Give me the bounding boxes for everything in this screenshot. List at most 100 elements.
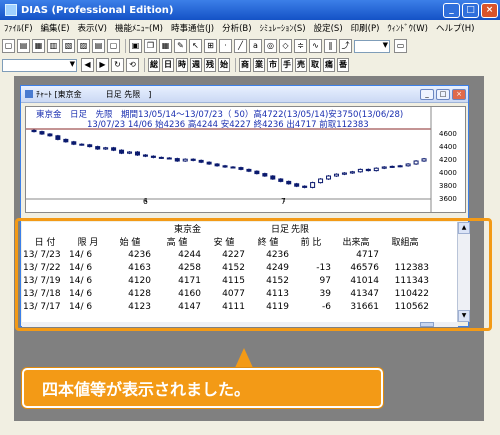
close-button[interactable]: × [481, 2, 498, 18]
menu-bar: ﾌｧｲﾙ(F) 編集(E) 表示(V) 機能ﾒﾆｭｰ(M) 時事通信(J) 分析… [0, 20, 500, 36]
calendar-icon[interactable]: ▦ [159, 39, 172, 53]
candle-body [246, 168, 252, 172]
trend-icon[interactable]: ⤴ [339, 39, 352, 53]
candle-body [214, 163, 220, 167]
table-highlight-box [15, 218, 492, 331]
candle-body [39, 131, 45, 135]
menu-view[interactable]: 表示(V) [74, 22, 111, 34]
candle-body [206, 161, 212, 165]
prev-icon[interactable]: ◀ [81, 58, 94, 72]
bars-icon[interactable]: ‖ [324, 39, 337, 53]
y-tick-label: 3600 [439, 195, 457, 203]
point-icon[interactable]: · [219, 39, 232, 53]
tool-button-sell[interactable]: 売 [295, 58, 307, 72]
minimize-button[interactable]: _ [443, 2, 460, 18]
menu-window[interactable]: ｳｨﾝﾄﾞｳ(W) [383, 22, 432, 34]
line-tool-icon[interactable]: ╱ [234, 39, 247, 53]
tool-button-commerce[interactable]: 商 [239, 58, 251, 72]
refresh-icon[interactable]: ↻ [111, 58, 124, 72]
menu-print[interactable]: 印刷(P) [347, 22, 384, 34]
candle-body [389, 165, 395, 168]
menu-settings[interactable]: 設定(S) [310, 22, 347, 34]
candle-body [381, 166, 387, 169]
candle-body [365, 168, 371, 172]
candle-body [190, 158, 196, 161]
period-select[interactable] [354, 39, 390, 53]
candle-body [262, 173, 268, 177]
chart-minimize-button[interactable]: _ [420, 88, 434, 100]
wave-icon[interactable]: ∿ [309, 39, 322, 53]
next-icon[interactable]: ▶ [96, 58, 109, 72]
commodity-select[interactable] [2, 58, 77, 72]
chart-close-button[interactable]: × [452, 88, 466, 100]
tool-button-daily[interactable]: 日 [162, 58, 174, 72]
target-icon[interactable]: ◎ [264, 39, 277, 53]
tool-button-number[interactable]: 番 [337, 58, 349, 72]
diamond-icon[interactable]: ◇ [279, 39, 292, 53]
candle-body [230, 166, 236, 169]
list-icon[interactable]: ▤ [92, 39, 105, 53]
copy-icon[interactable]: ❐ [144, 39, 157, 53]
y-tick-label: 4600 [439, 130, 457, 138]
tool-button-time[interactable]: 時 [176, 58, 188, 72]
candle-body [238, 167, 244, 170]
chart-window-titlebar: ﾁｬｰﾄ [東京金 日足 先限 ] _ □ × [21, 86, 468, 103]
candle-body [142, 154, 148, 157]
layout-icon[interactable]: ▤ [17, 39, 30, 53]
menu-analysis[interactable]: 分析(B) [218, 22, 255, 34]
tool-button-industry[interactable]: 業 [253, 58, 265, 72]
candle-body [302, 185, 308, 188]
tool-button-total[interactable]: 総 [148, 58, 160, 72]
candle-body [310, 182, 316, 188]
chart-window-title: ﾁｬｰﾄ [東京金 日足 先限 ] [36, 89, 152, 99]
tool-button-weekly[interactable]: 週 [190, 58, 202, 72]
doc-icon[interactable]: ▢ [107, 39, 120, 53]
candlestick-chart[interactable]: 東京金 日足 先限 期間13/05/14～13/07/23（ 50）高4722(… [25, 106, 466, 213]
chart-window-icon [25, 90, 33, 98]
candle-body [318, 178, 324, 184]
candle-body [63, 138, 69, 143]
split-icon[interactable]: ⊞ [204, 39, 217, 53]
tool-button-start[interactable]: 始 [218, 58, 230, 72]
candle-body [55, 135, 61, 140]
candle-body [222, 165, 228, 168]
print-icon[interactable]: ▣ [129, 39, 142, 53]
window-title: DIAS (Professional Edition) [21, 4, 174, 16]
toggle-icon[interactable]: ▭ [394, 39, 407, 53]
cursor-icon[interactable]: ↖ [189, 39, 202, 53]
menu-simulation[interactable]: ｼﾐｭﾚｰｼｮﾝ(S) [256, 22, 310, 34]
tool-button-pain[interactable]: 痛 [323, 58, 335, 72]
maximize-button[interactable]: □ [462, 2, 479, 18]
rewind-icon[interactable]: ⟲ [126, 58, 139, 72]
tool-button-hand[interactable]: 手 [281, 58, 293, 72]
separator [235, 58, 236, 72]
menu-function[interactable]: 機能ﾒﾆｭｰ(M) [111, 22, 167, 34]
menu-file[interactable]: ﾌｧｲﾙ(F) [0, 22, 37, 34]
grid-icon[interactable]: ▥ [47, 39, 60, 53]
candle-body [119, 149, 125, 154]
candle-body [166, 157, 172, 160]
candle-body [349, 171, 355, 174]
menu-jiji[interactable]: 時事通信(J) [167, 22, 218, 34]
window-icon[interactable]: ▦ [32, 39, 45, 53]
candle-body [127, 151, 133, 154]
chart-maximize-button[interactable]: □ [436, 88, 450, 100]
callout-text: 四本値等が表示されました。 [42, 380, 251, 399]
memo-icon[interactable]: ✎ [174, 39, 187, 53]
tool-button-trade[interactable]: 取 [309, 58, 321, 72]
menu-help[interactable]: ヘルプ(H) [432, 22, 479, 34]
scale-icon[interactable]: ≑ [294, 39, 307, 53]
chart-icon[interactable]: ▧ [62, 39, 75, 53]
menu-edit[interactable]: 編集(E) [37, 22, 74, 34]
table-icon[interactable]: ▨ [77, 39, 90, 53]
candle-body [47, 133, 53, 137]
text-tool-icon[interactable]: a [249, 39, 262, 53]
tool-button-market[interactable]: 市 [267, 58, 279, 72]
candle-body [341, 172, 347, 175]
tool-button-remain[interactable]: 残 [204, 58, 216, 72]
candle-body [326, 175, 332, 180]
toolbar-secondary: ◀ ▶ ↻ ⟲ 総 日 時 週 残 始 商 業 市 手 売 取 痛 番 [2, 56, 498, 74]
new-icon[interactable]: ▢ [2, 39, 15, 53]
x-tick-label: 6 [143, 197, 148, 206]
separator [125, 39, 126, 53]
